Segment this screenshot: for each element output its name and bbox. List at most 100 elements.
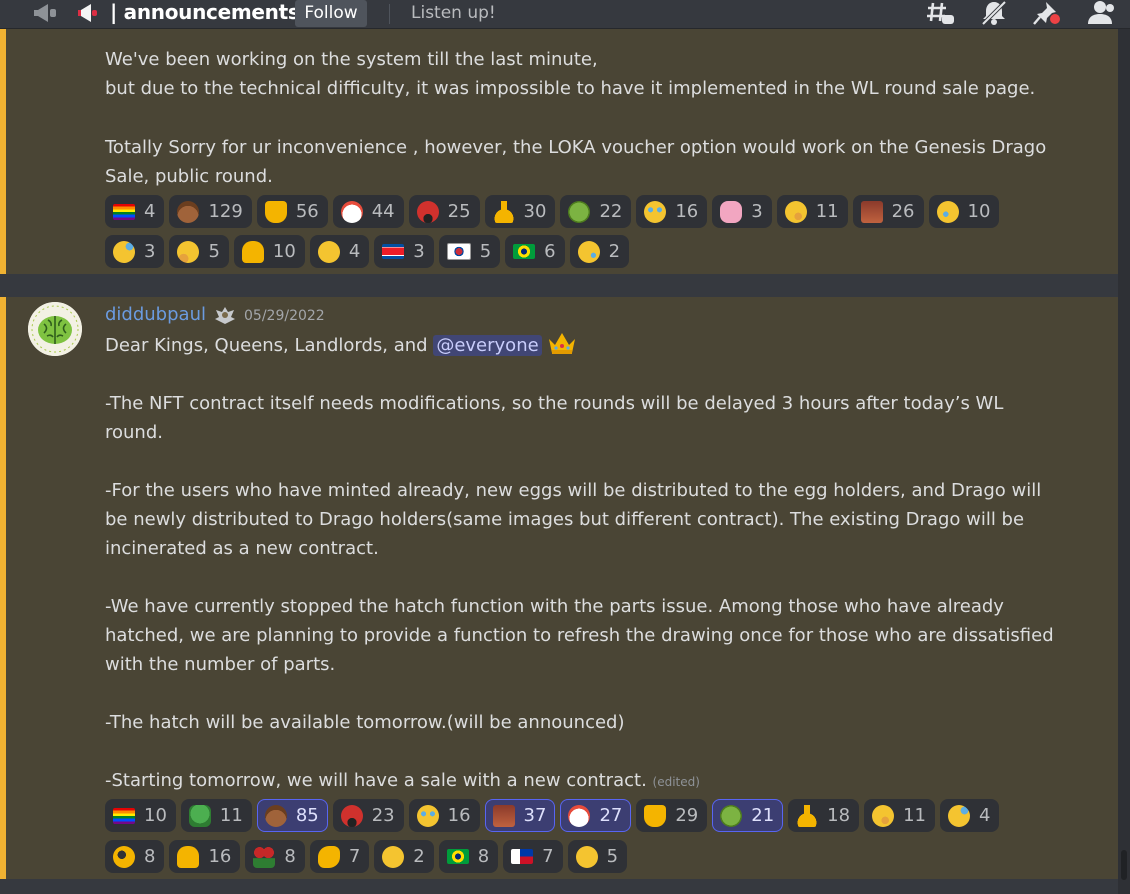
reaction-count: 18 <box>827 805 851 826</box>
reaction-clap[interactable]: 7 <box>309 840 370 873</box>
thumbs-up-icon <box>177 845 200 868</box>
reaction-count: 16 <box>208 846 232 867</box>
reaction-count: 6 <box>544 241 556 262</box>
reaction-count: 22 <box>599 201 623 222</box>
scrollbar-track[interactable] <box>1118 28 1130 894</box>
reaction-clown[interactable]: 27 <box>560 799 632 832</box>
reaction-count: 8 <box>144 846 156 867</box>
reaction-sad-sweat[interactable]: 3 <box>105 235 165 268</box>
thinking-icon <box>177 240 200 263</box>
follow-button[interactable]: Follow <box>295 0 367 27</box>
reaction-count: 26 <box>891 201 915 222</box>
reaction-rainbow-flag[interactable]: 4 <box>105 195 165 228</box>
pensive-icon <box>382 845 405 868</box>
message-timestamp[interactable]: 05/29/2022 <box>244 307 325 325</box>
confused-icon <box>575 845 598 868</box>
message-paragraph: -We have currently stopped the hatch fun… <box>105 596 1060 675</box>
author-name[interactable]: diddubpaul <box>105 302 206 328</box>
reaction-count: 23 <box>371 805 395 826</box>
rainbow-flag-icon <box>113 807 135 824</box>
reaction-nauseated[interactable]: 22 <box>560 195 632 228</box>
message-paragraph: -The hatch will be available tomorrow.(w… <box>105 712 625 733</box>
reaction-count: 5 <box>479 241 492 262</box>
pin-icon[interactable] <box>1032 0 1062 26</box>
reaction-flag-south-korea[interactable]: 5 <box>438 235 501 268</box>
reaction-middle-finger[interactable]: 30 <box>484 195 556 228</box>
reaction-joy[interactable]: 16 <box>636 195 708 228</box>
reaction-ghost-face[interactable]: 3 <box>712 195 772 228</box>
reaction-count: 21 <box>751 805 775 826</box>
avatar[interactable] <box>28 302 82 356</box>
reaction-flag-philippines[interactable]: 7 <box>503 840 563 873</box>
reaction-pepe[interactable]: 11 <box>180 799 252 832</box>
reaction-count: 3 <box>751 201 763 222</box>
reaction-joy[interactable]: 16 <box>408 799 480 832</box>
flag-south-korea-icon <box>446 243 471 260</box>
reaction-count: 37 <box>523 805 547 826</box>
reaction-rose-bouquet[interactable]: 8 <box>245 840 305 873</box>
thumbs-up-icon <box>241 240 264 263</box>
reaction-ok-hand[interactable]: 8 <box>105 840 165 873</box>
reaction-custom-face[interactable]: 37 <box>484 799 556 832</box>
threads-icon[interactable] <box>925 0 955 26</box>
reaction-flag-brazil[interactable]: 8 <box>438 840 499 873</box>
reaction-count: 4 <box>348 241 361 262</box>
reaction-count: 11 <box>903 805 926 826</box>
clap-icon <box>317 845 340 868</box>
members-icon[interactable] <box>1086 0 1116 26</box>
reaction-thumbs-up[interactable]: 10 <box>233 235 305 268</box>
reaction-count: 5 <box>606 846 619 867</box>
server-badge-icon <box>213 305 237 325</box>
rofl-icon <box>936 200 959 223</box>
reaction-flag-north-korea[interactable]: 3 <box>374 235 434 268</box>
reaction-shushing[interactable]: 11 <box>776 195 848 228</box>
reaction-rainbow-flag[interactable]: 10 <box>105 799 176 832</box>
reaction-bar: 4 129 56 44 25 30 22 16 3 11 26 10 <box>105 195 1000 228</box>
poop-icon <box>177 200 200 223</box>
reaction-clown[interactable]: 44 <box>332 195 404 228</box>
reaction-count: 10 <box>967 201 991 222</box>
message-separator <box>0 274 1118 297</box>
reaction-smiling-tear[interactable]: 2 <box>569 235 630 268</box>
reaction-upside-down[interactable]: 4 <box>309 235 370 268</box>
channel-name: | announcements <box>110 0 300 24</box>
message-greeting: Dear Kings, Queens, Landlords, and @ever… <box>105 331 1065 360</box>
reaction-confused[interactable]: 5 <box>567 840 628 873</box>
middle-finger-icon <box>492 200 515 223</box>
reaction-flag-brazil[interactable]: 6 <box>505 235 565 268</box>
reaction-count: 85 <box>295 805 319 826</box>
reaction-thinking[interactable]: 5 <box>169 235 229 268</box>
reaction-pensive[interactable]: 2 <box>374 840 434 873</box>
announcement-channel-icon <box>32 3 58 23</box>
reaction-shushing[interactable]: 11 <box>864 799 935 832</box>
flag-brazil-icon <box>513 244 536 259</box>
joy-icon <box>416 804 439 827</box>
channel-topic[interactable]: Listen up! <box>411 1 496 25</box>
reaction-middle-finger[interactable]: 18 <box>788 799 860 832</box>
reaction-angry-swearing[interactable]: 23 <box>332 799 404 832</box>
everyone-mention[interactable]: @everyone <box>433 335 542 356</box>
reaction-count: 56 <box>295 201 319 222</box>
reaction-count: 129 <box>208 201 243 222</box>
crown-icon <box>547 331 577 355</box>
clown-icon <box>340 200 363 223</box>
reaction-count: 10 <box>144 805 167 826</box>
reaction-angry-swearing[interactable]: 25 <box>408 195 480 228</box>
flag-north-korea-icon <box>382 244 405 259</box>
reaction-thumbs-up[interactable]: 16 <box>169 840 241 873</box>
reaction-custom-face[interactable]: 26 <box>852 195 924 228</box>
reaction-rofl[interactable]: 10 <box>928 195 1000 228</box>
reaction-poop[interactable]: 85 <box>256 799 328 832</box>
angry-swearing-icon <box>340 804 363 827</box>
mute-bell-icon[interactable] <box>979 0 1009 26</box>
reaction-count: 7 <box>348 846 361 867</box>
custom-face-icon <box>860 200 883 223</box>
reaction-nauseated[interactable]: 21 <box>712 799 784 832</box>
reaction-poop[interactable]: 129 <box>169 195 252 228</box>
scrollbar-thumb[interactable] <box>1121 850 1127 880</box>
reaction-thumbs-down[interactable]: 29 <box>636 799 708 832</box>
reaction-count: 25 <box>447 201 471 222</box>
reaction-thumbs-down[interactable]: 56 <box>256 195 328 228</box>
ok-hand-icon <box>113 845 135 868</box>
reaction-sad-sweat[interactable]: 4 <box>939 799 1000 832</box>
